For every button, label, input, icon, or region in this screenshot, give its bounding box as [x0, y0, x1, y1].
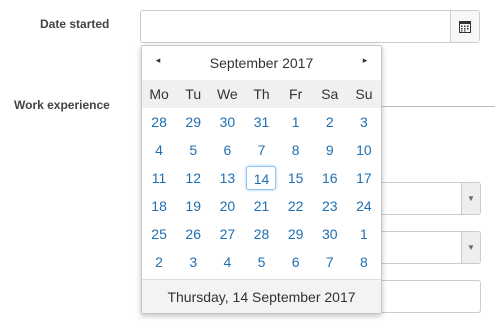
- day-cell[interactable]: 1: [279, 108, 313, 136]
- week-row: 2 3 4 5 6 7 8: [142, 248, 381, 276]
- day-cell[interactable]: 1: [347, 220, 381, 248]
- day-cell[interactable]: 10: [347, 136, 381, 164]
- weekday-label: We: [210, 80, 245, 108]
- day-cell[interactable]: 15: [279, 164, 313, 192]
- week-row: 4 5 6 7 8 9 10: [142, 136, 381, 164]
- day-cell[interactable]: 7: [244, 136, 278, 164]
- day-cell[interactable]: 8: [279, 136, 313, 164]
- day-cell[interactable]: 30: [313, 220, 347, 248]
- calendar-icon: [459, 21, 471, 33]
- day-cell[interactable]: 6: [279, 248, 313, 276]
- day-cell[interactable]: 11: [142, 164, 176, 192]
- day-cell[interactable]: 5: [176, 136, 210, 164]
- prev-month-button[interactable]: ◂: [150, 55, 166, 66]
- day-cell[interactable]: 22: [279, 192, 313, 220]
- day-cell[interactable]: 7: [313, 248, 347, 276]
- weekday-label: Fr: [278, 80, 313, 108]
- date-started-label: Date started: [40, 17, 110, 31]
- weekday-label: Sa: [312, 80, 347, 108]
- weekday-label: Th: [244, 80, 279, 108]
- day-cell[interactable]: 23: [313, 192, 347, 220]
- work-experience-label: Work experience: [14, 98, 110, 112]
- select-field-1[interactable]: ▼: [370, 182, 481, 215]
- day-cell[interactable]: 8: [347, 248, 381, 276]
- day-cell[interactable]: 3: [347, 108, 381, 136]
- day-cell[interactable]: 28: [244, 220, 278, 248]
- day-cell[interactable]: 28: [142, 108, 176, 136]
- selected-day[interactable]: 14: [246, 166, 277, 190]
- week-row: 28 29 30 31 1 2 3: [142, 108, 381, 136]
- select-field-2[interactable]: ▼: [370, 231, 481, 264]
- day-cell[interactable]: 13: [210, 164, 244, 192]
- day-cell[interactable]: 29: [279, 220, 313, 248]
- weekday-header-row: Mo Tu We Th Fr Sa Su: [142, 80, 381, 108]
- month-title[interactable]: September 2017: [210, 55, 314, 71]
- day-cell[interactable]: 4: [210, 248, 244, 276]
- day-cell[interactable]: 16: [313, 164, 347, 192]
- section-divider: [380, 106, 495, 107]
- day-cell[interactable]: 2: [313, 108, 347, 136]
- day-cell[interactable]: 3: [176, 248, 210, 276]
- day-cell[interactable]: 12: [176, 164, 210, 192]
- weekday-label: Su: [346, 80, 381, 108]
- day-cell[interactable]: 24: [347, 192, 381, 220]
- day-cell[interactable]: 5: [244, 248, 278, 276]
- day-cell[interactable]: 4: [142, 136, 176, 164]
- date-started-input[interactable]: [140, 10, 480, 43]
- selected-date-footer[interactable]: Thursday, 14 September 2017: [142, 279, 381, 313]
- day-cell[interactable]: 18: [142, 192, 176, 220]
- day-cell[interactable]: 29: [176, 108, 210, 136]
- day-cell[interactable]: 19: [176, 192, 210, 220]
- weekday-label: Tu: [176, 80, 211, 108]
- day-cell[interactable]: 2: [142, 248, 176, 276]
- calendar-button[interactable]: [450, 11, 479, 42]
- weekday-label: Mo: [142, 80, 177, 108]
- text-field[interactable]: [380, 280, 481, 313]
- datepicker-popup: ◂ September 2017 ▸ Mo Tu We Th Fr Sa Su …: [141, 45, 382, 314]
- day-cell[interactable]: 30: [210, 108, 244, 136]
- caret-down-icon[interactable]: ▼: [461, 183, 480, 214]
- calendar-header: ◂ September 2017 ▸: [142, 46, 381, 80]
- week-row: 18 19 20 21 22 23 24: [142, 192, 381, 220]
- day-cell[interactable]: 20: [210, 192, 244, 220]
- day-cell[interactable]: 21: [244, 192, 278, 220]
- calendar-grid: Mo Tu We Th Fr Sa Su 28 29 30 31 1 2 3 4…: [142, 80, 381, 276]
- caret-down-icon[interactable]: ▼: [461, 232, 480, 263]
- day-cell[interactable]: 17: [347, 164, 381, 192]
- day-cell[interactable]: 31: [244, 108, 278, 136]
- day-cell[interactable]: 9: [313, 136, 347, 164]
- next-month-button[interactable]: ▸: [357, 55, 373, 66]
- day-cell[interactable]: 26: [176, 220, 210, 248]
- day-cell[interactable]: 25: [142, 220, 176, 248]
- week-row: 11 12 13 14 15 16 17: [142, 164, 381, 192]
- week-row: 25 26 27 28 29 30 1: [142, 220, 381, 248]
- day-cell[interactable]: 6: [210, 136, 244, 164]
- day-cell[interactable]: 27: [210, 220, 244, 248]
- day-cell-selected[interactable]: 14: [244, 164, 278, 192]
